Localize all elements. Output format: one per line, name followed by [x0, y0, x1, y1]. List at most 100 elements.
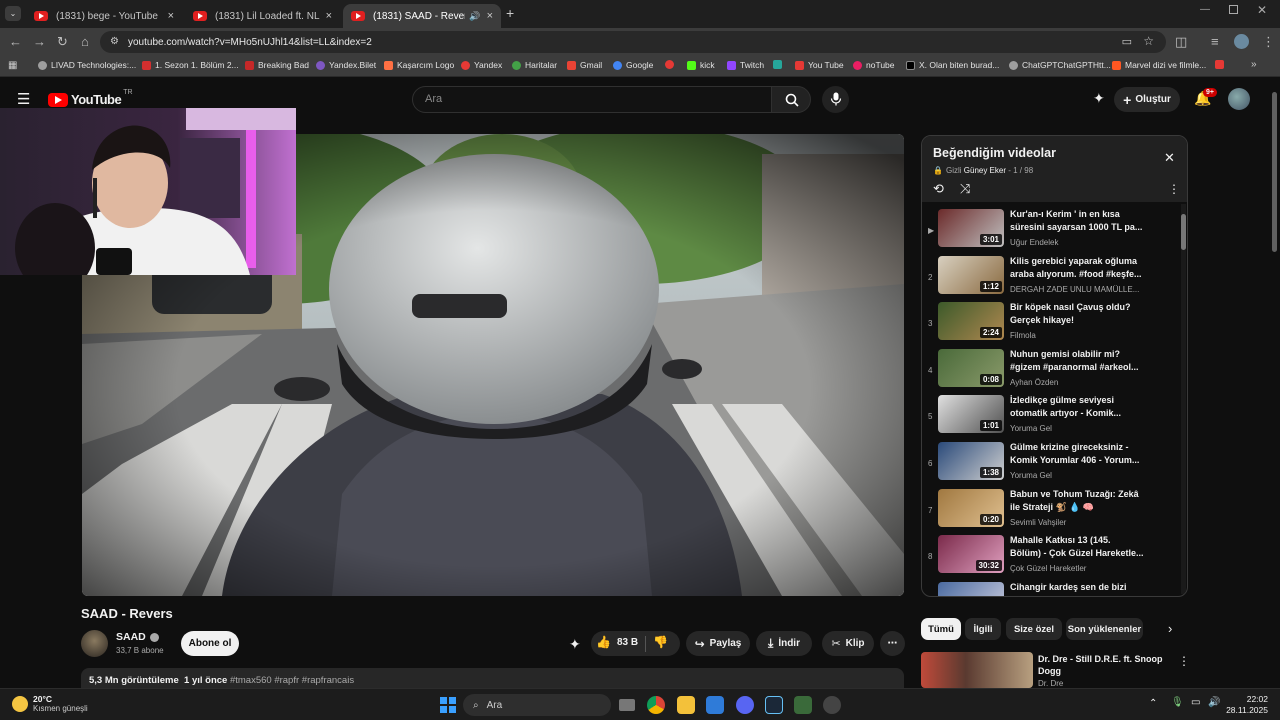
recommended-thumbnail[interactable]	[921, 652, 1033, 688]
playlist-item[interactable]: 6 1:38 Gülme krizine gireceksiniz - Komik …	[922, 441, 1184, 487]
bookmark-breaking-bad[interactable]: Breaking Bad	[245, 60, 309, 70]
bookmarks-overflow-icon[interactable]: »	[1251, 59, 1257, 70]
channel-avatar[interactable]	[81, 630, 108, 657]
volume-tray-icon[interactable]: 🔊	[1208, 697, 1220, 708]
back-icon[interactable]: ←	[9, 34, 22, 49]
bookmark-gmail[interactable]: Gmail	[567, 60, 602, 70]
bookmark-yandex-bilet[interactable]: Yandex.Bilet	[316, 60, 376, 70]
ai-sparkle-icon[interactable]: ✦	[569, 636, 581, 653]
recommended-more-icon[interactable]: ⋮	[1178, 654, 1190, 668]
address-bar[interactable]: ⚙ youtube.com/watch?v=MHo5nUJhl14&list=L…	[100, 31, 1166, 53]
hamburger-menu-icon[interactable]: ☰	[17, 90, 30, 108]
start-button[interactable]	[440, 697, 456, 713]
playlist-item[interactable]: 5 1:01 İzledikçe gülme seviyesi otomatik a…	[922, 394, 1184, 440]
bookmark-notube[interactable]: noTube	[853, 60, 895, 70]
speaker-icon[interactable]: 🔊	[469, 11, 480, 22]
page-scrollbar[interactable]	[1270, 80, 1278, 686]
filter-chip[interactable]: İlgili	[965, 618, 1001, 640]
bookmark-sezon[interactable]: 1. Sezon 1. Bölüm 2...	[142, 60, 239, 70]
loop-icon[interactable]: ⟲	[933, 181, 944, 197]
weather-widget[interactable]: 20°C Kısmen güneşli	[12, 694, 88, 713]
recommended-video[interactable]: Dr. Dre - Still D.R.E. ft. Snoop Dogg Dr…	[921, 652, 1190, 688]
tab-saad-revers[interactable]: (1831) SAAD - Revers - YouTube 🔊 ×	[343, 4, 501, 28]
bookmark-kick[interactable]: kick	[687, 60, 715, 70]
minimize-icon[interactable]: —	[1200, 4, 1210, 15]
bookmark-x[interactable]: X. Olan biten burad...	[906, 60, 999, 70]
playlist-item-thumbnail[interactable]: 1:12	[938, 255, 1004, 294]
playlist-item[interactable]: 3 2:24 Bir köpek nasıl Çavuş oldu? Gerçek …	[922, 301, 1184, 347]
playlist-item-thumbnail[interactable]	[938, 581, 1004, 596]
bookmark-google[interactable]: Google	[613, 60, 653, 70]
clip-button[interactable]: ✂ Klip	[822, 631, 874, 656]
chevron-right-icon[interactable]: ›	[1168, 621, 1172, 636]
hashtags[interactable]: #tmax560 #rapfr #rapfrancais	[230, 675, 354, 686]
discord-icon[interactable]	[736, 696, 754, 714]
create-button[interactable]: + Oluştur	[1114, 87, 1180, 112]
reload-icon[interactable]: ↻	[57, 34, 68, 50]
apps-grid-icon[interactable]: ▦	[8, 60, 17, 71]
playlist-item-thumbnail[interactable]: 2:24	[938, 302, 1004, 341]
share-button[interactable]: ↪ Paylaş	[686, 631, 750, 656]
bookmark-yandex[interactable]: Yandex	[461, 60, 502, 70]
youtube-logo[interactable]: YouTube TR	[48, 89, 133, 107]
playlist-more-icon[interactable]: ⋮	[1168, 182, 1180, 196]
playlist-item[interactable]: 2 1:12 Kilis gerebici yaparak oğluma araba…	[922, 255, 1184, 301]
playlist-item-thumbnail[interactable]: 1:38	[938, 442, 1004, 480]
bookmark-youtube[interactable]: You Tube	[795, 60, 844, 70]
reading-list-icon[interactable]: ≡	[1211, 34, 1219, 49]
bookmark-haritalar[interactable]: Haritalar	[512, 60, 557, 70]
playlist-item-thumbnail[interactable]: 0:08	[938, 348, 1004, 387]
playlist-item[interactable]: ▶ 3:01 Kur'an-ı Kerim ' in en kısa süresin…	[922, 208, 1184, 254]
show-hidden-icons[interactable]: ⌃	[1149, 698, 1157, 709]
channel-name[interactable]: SAAD	[116, 631, 159, 643]
bookmark-red-icon-2[interactable]	[1215, 60, 1228, 69]
shuffle-icon[interactable]: ⤨	[960, 181, 970, 197]
playlist-scrollbar[interactable]	[1181, 204, 1186, 594]
search-button[interactable]	[771, 86, 811, 113]
playlist-title[interactable]: Beğendiğim videolar	[933, 146, 1056, 160]
tab-gang-unit[interactable]: (1831) Lil Loaded ft. NLE Choppa - Gang …	[185, 4, 340, 28]
bookmark-twitch[interactable]: Twitch	[727, 60, 764, 70]
window-close-icon[interactable]: ✕	[1257, 3, 1267, 17]
playlist-item[interactable]: Cihangir kardeş sen de bizi	[922, 581, 1184, 596]
dislike-button[interactable]: 👎	[653, 635, 668, 649]
scrollbar-thumb[interactable]	[1181, 214, 1186, 250]
page-scrollbar-thumb[interactable]	[1272, 92, 1277, 252]
ai-sparkle-icon[interactable]: ✦	[1093, 90, 1105, 107]
pen-app-icon[interactable]	[794, 696, 812, 714]
like-button[interactable]: 👍 83 B	[596, 635, 638, 649]
account-avatar[interactable]	[1228, 88, 1250, 110]
steam-icon[interactable]	[765, 696, 783, 714]
playlist-item[interactable]: 8 30:32 Mahalle Katkısı 13 (145. Bölüm) - …	[922, 534, 1184, 580]
playlist-item[interactable]: 7 0:20 Babun ve Tohum Tuzağı: Zekâ ile Str…	[922, 488, 1184, 534]
filter-chip[interactable]: Tümü	[921, 618, 961, 640]
voice-search-button[interactable]	[822, 86, 849, 113]
bookmark-teal-icon[interactable]	[773, 60, 786, 69]
bookmark-kasarcim[interactable]: Kaşarcım Logo	[384, 60, 454, 70]
cast-icon[interactable]: ▭	[1122, 35, 1132, 48]
more-menu-icon[interactable]: ⋮	[1262, 34, 1275, 50]
close-icon[interactable]: ✕	[1164, 150, 1175, 166]
close-tab-icon[interactable]: ×	[168, 10, 174, 22]
home-icon[interactable]: ⌂	[81, 34, 89, 49]
tab-search-button[interactable]: ⌄	[5, 6, 21, 21]
display-tray-icon[interactable]: ▭	[1191, 697, 1200, 708]
store-icon[interactable]	[706, 696, 724, 714]
taskbar-search[interactable]: ⌕ Ara	[463, 694, 611, 716]
playlist-item-thumbnail[interactable]: 30:32	[938, 535, 1004, 574]
close-tab-icon[interactable]: ×	[326, 10, 332, 22]
bookmark-marvel[interactable]: Marvel dizi ve filmle...	[1112, 60, 1206, 70]
forward-icon[interactable]: →	[33, 34, 46, 49]
close-tab-icon[interactable]: ×	[487, 10, 493, 22]
download-button[interactable]: ⤓ İndir	[756, 631, 812, 656]
new-tab-button[interactable]: +	[506, 5, 514, 21]
playlist-item-thumbnail[interactable]: 1:01	[938, 395, 1004, 434]
maximize-icon[interactable]	[1229, 5, 1238, 14]
extensions-icon[interactable]: ◫	[1175, 34, 1187, 50]
filter-chip[interactable]: Size özel	[1006, 618, 1062, 640]
app-icon[interactable]	[823, 696, 841, 714]
tab-bege[interactable]: (1831) bege - YouTube ×	[26, 4, 182, 28]
search-input[interactable]: Ara	[412, 86, 772, 113]
clock[interactable]: 22:02 28.11.2025	[1226, 694, 1268, 716]
bookmark-red-icon[interactable]	[665, 60, 678, 69]
